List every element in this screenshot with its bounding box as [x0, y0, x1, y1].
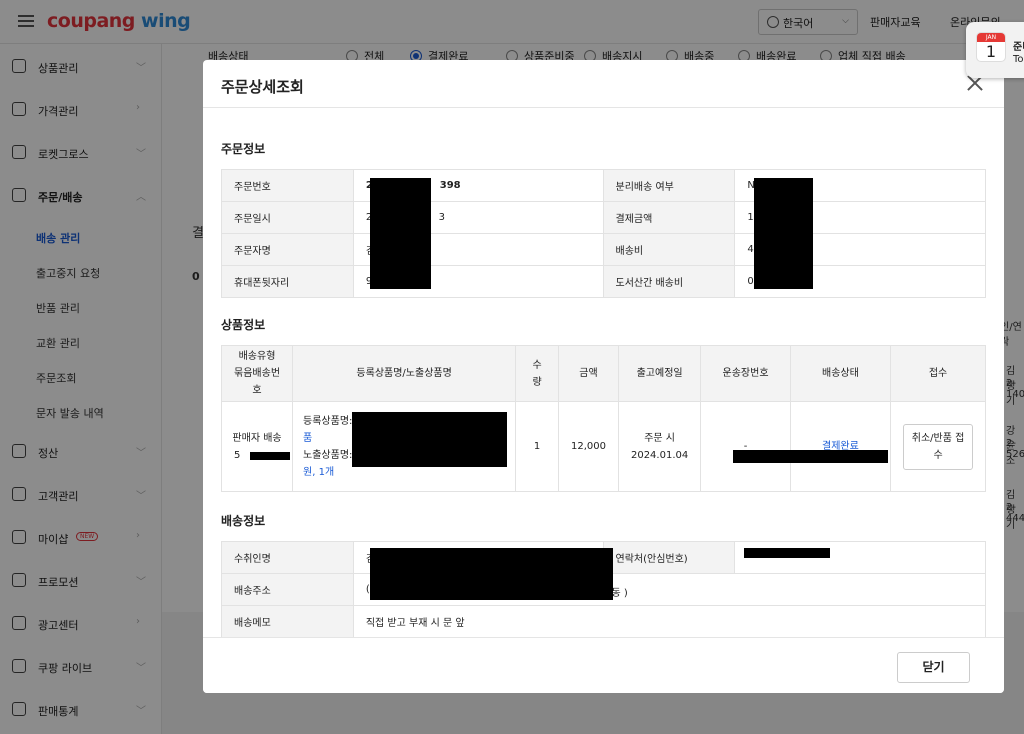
column-header: 배송유형 묶음배송번호 [220, 345, 294, 402]
field-label: 분리배송 여부 [602, 169, 736, 202]
column-header: 금액 [557, 345, 619, 402]
redaction-block [352, 412, 507, 467]
modal-body: 주문정보 주문번호22398분리배송 여부N주문일시203결제금액12주문자명김… [203, 109, 1004, 637]
column-header: 접수 [890, 345, 986, 402]
quantity: 1 [515, 401, 559, 492]
column-header: 운송장번호 [700, 345, 791, 402]
delivery-memo: 직접 받고 부재 시 문 앞 [352, 605, 987, 637]
calendar-notification[interactable]: JAN1 준비 To [966, 22, 1024, 78]
redaction-block [754, 178, 813, 289]
field-label: 주문일시 [221, 201, 354, 234]
column-header: 배송상태 [789, 345, 892, 402]
redaction-block [733, 450, 888, 463]
table-row: 주문일시203결제금액12 [221, 201, 986, 234]
field-label: 도서산간 배송비 [602, 265, 736, 298]
column-header: 수량 [515, 345, 559, 402]
amount: 12,000 [557, 401, 619, 492]
field-label: 주문자명 [221, 233, 354, 266]
order-info-heading: 주문정보 [221, 142, 266, 156]
redaction-block [250, 452, 290, 460]
delivery-status[interactable]: 결제완료 [789, 401, 892, 492]
delivery-type: 판매자 배송 [232, 432, 282, 444]
table-row: 휴대폰뒷자리9도서산간 배송비0 [221, 265, 986, 298]
cancel-return-button[interactable]: 취소/반품 접수 [903, 423, 973, 470]
redaction-block [370, 178, 431, 289]
close-button[interactable]: 닫기 [897, 652, 970, 683]
field-label: 주문번호 [221, 169, 354, 202]
table-row: 주문자명김배송비4 [221, 233, 986, 266]
notification-text: To [1013, 54, 1024, 65]
tracking-number: - [700, 401, 791, 492]
modal-title: 주문상세조회 [221, 78, 304, 96]
redaction-block [744, 548, 830, 558]
order-info-table: 주문번호22398분리배송 여부N주문일시203결제금액12주문자명김배송비4휴… [221, 169, 986, 298]
delivery-info-heading: 배송정보 [221, 514, 266, 528]
field-label: 결제금액 [602, 201, 736, 234]
table-row: 주문번호22398분리배송 여부N [221, 169, 986, 202]
notification-title: 준비 [1013, 42, 1024, 53]
table-row: 배송메모 직접 받고 부재 시 문 앞 [221, 605, 987, 637]
calendar-icon: JAN 1 [976, 32, 1006, 62]
column-header: 등록상품명/노출상품명 [292, 345, 517, 402]
field-label: 휴대폰뒷자리 [221, 265, 354, 298]
modal-footer: 닫기 [203, 637, 1004, 693]
ship-date: 2024.01.04 [630, 449, 689, 461]
field-label: 배송비 [602, 233, 736, 266]
order-detail-modal: 주문상세조회 주문정보 주문번호22398분리배송 여부N주문일시203결제금액… [203, 60, 1004, 693]
product-row: 판매자 배송 5 등록상품명: 품 노출상품명: 원, 1개 1 12,000 주… [220, 401, 986, 492]
column-header: 출고예정일 [617, 345, 702, 402]
product-info-heading: 상품정보 [221, 318, 266, 332]
product-info-table: 배송유형 묶음배송번호 등록상품명/노출상품명 수량 금액 출고예정일 운송장번호 배송상태… [220, 345, 986, 492]
modal-header: 주문상세조회 [203, 60, 1004, 108]
redaction-block [370, 548, 613, 600]
